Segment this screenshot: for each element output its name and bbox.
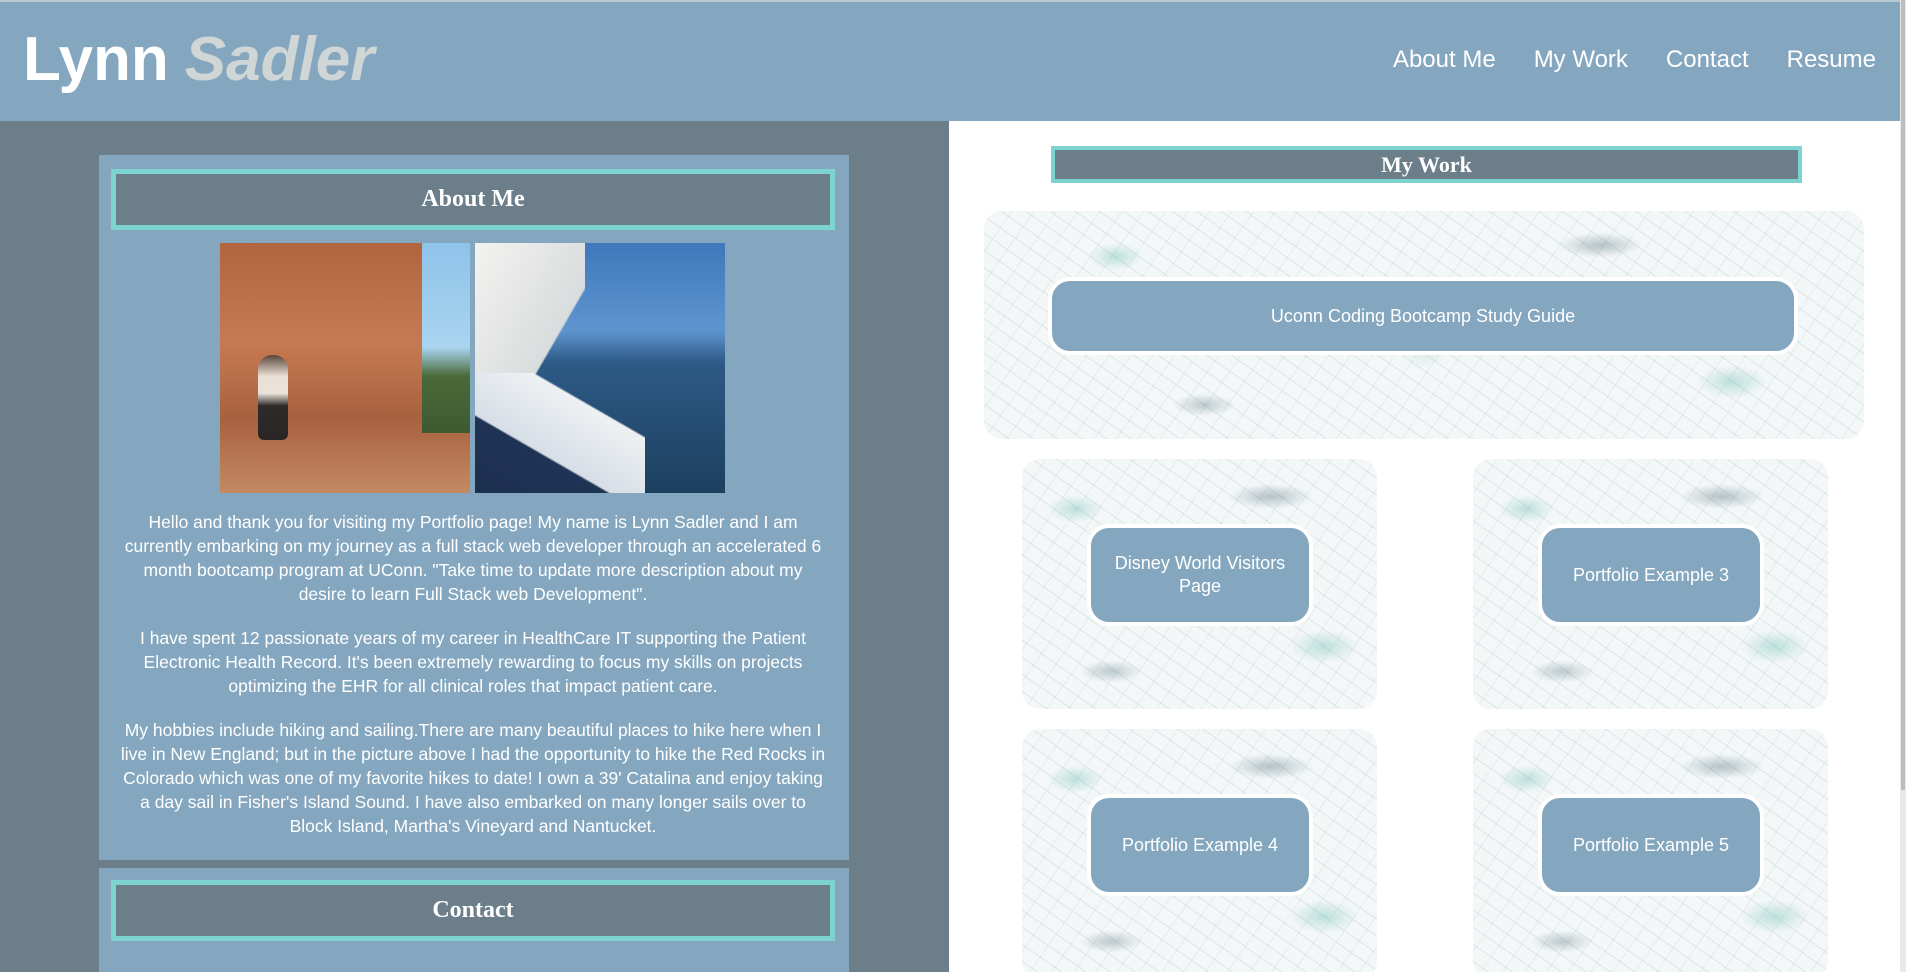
nav-about-me[interactable]: About Me — [1393, 46, 1496, 74]
site-brand[interactable]: Lynn Sadler — [23, 24, 374, 95]
main-nav: About Me My Work Contact Resume — [1393, 46, 1876, 74]
nav-contact[interactable]: Contact — [1666, 46, 1749, 74]
nav-resume[interactable]: Resume — [1787, 46, 1876, 74]
nav-my-work[interactable]: My Work — [1534, 46, 1628, 74]
about-paragraph-1: Hello and thank you for visiting my Port… — [124, 512, 822, 604]
portfolio-example-4-button[interactable]: Portfolio Example 4 — [1087, 794, 1313, 896]
project-card: Portfolio Example 4 — [1022, 729, 1377, 972]
about-section: About Me Hello and thank you for visitin… — [99, 155, 849, 860]
hiking-photo — [220, 243, 470, 493]
project-card: Portfolio Example 5 — [1473, 729, 1828, 972]
about-photos — [220, 243, 725, 493]
portfolio-example-5-button[interactable]: Portfolio Example 5 — [1538, 794, 1764, 896]
project-card: Portfolio Example 3 — [1473, 459, 1828, 709]
contact-section: Contact — [99, 868, 849, 972]
vertical-scrollbar[interactable] — [1900, 0, 1906, 972]
disney-world-button[interactable]: Disney World Visitors Page — [1087, 524, 1313, 626]
work-section: My Work Uconn Coding Bootcamp Study Guid… — [949, 121, 1900, 972]
study-guide-button[interactable]: Uconn Coding Bootcamp Study Guide — [1048, 277, 1798, 355]
sailing-photo — [475, 243, 725, 493]
contact-title: Contact — [111, 880, 835, 941]
brand-first-name: Lynn — [23, 25, 169, 94]
scrollbar-thumb[interactable] — [1901, 0, 1905, 790]
about-text: Hello and thank you for visiting my Port… — [119, 510, 827, 858]
site-header: Lynn Sadler About Me My Work Contact Resu… — [0, 0, 1900, 121]
about-paragraph-3: My hobbies include hiking and sailing.Th… — [120, 720, 826, 836]
about-title: About Me — [111, 169, 835, 230]
featured-project-card: Uconn Coding Bootcamp Study Guide — [984, 211, 1864, 439]
project-card: Disney World Visitors Page — [1022, 459, 1377, 709]
brand-last-name: Sadler — [184, 25, 375, 94]
portfolio-example-3-button[interactable]: Portfolio Example 3 — [1538, 524, 1764, 626]
work-title: My Work — [1051, 146, 1802, 183]
about-paragraph-2: I have spent 12 passionate years of my c… — [139, 628, 807, 696]
